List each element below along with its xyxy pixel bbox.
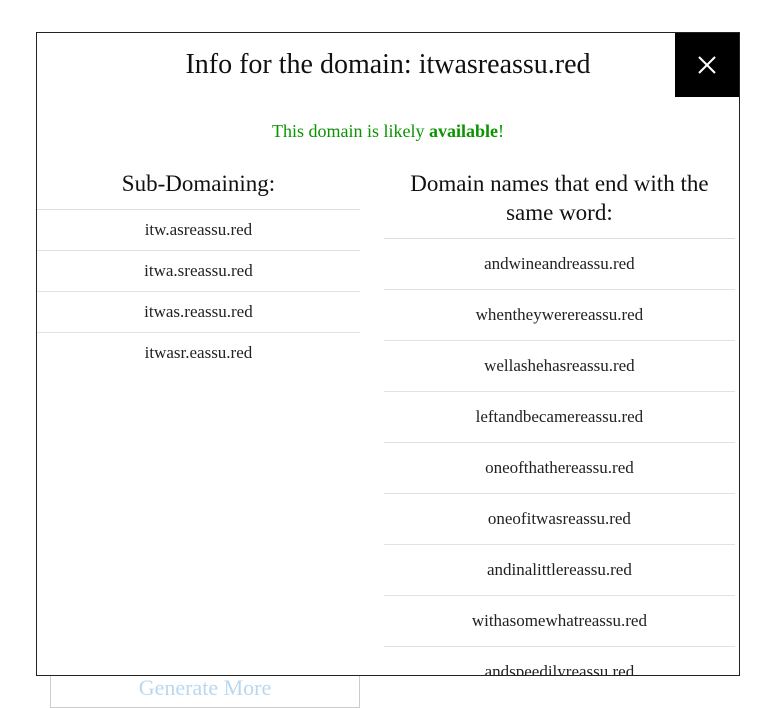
availability-prefix: This domain is likely: [272, 121, 429, 141]
subdomain-list: itw.asreassu.reditwa.sreassu.reditwas.re…: [37, 210, 360, 373]
list-item[interactable]: itwasr.eassu.red: [37, 333, 360, 373]
columns: Sub-Domaining: itw.asreassu.reditwa.srea…: [37, 170, 739, 675]
availability-word: available: [429, 121, 498, 141]
close-button[interactable]: [675, 33, 739, 97]
availability-status: This domain is likely available!: [37, 97, 739, 170]
list-item[interactable]: leftandbecamereassu.red: [384, 392, 735, 443]
generate-more-label: Generate More: [139, 675, 272, 701]
list-item[interactable]: andinalittlereassu.red: [384, 545, 735, 596]
list-item[interactable]: andspeedilyreassu.red: [384, 647, 735, 676]
availability-suffix: !: [498, 121, 504, 141]
modal-title: Info for the domain: itwasreassu.red: [185, 49, 590, 81]
list-item[interactable]: andwineandreassu.red: [384, 239, 735, 290]
list-item[interactable]: oneofitwasreassu.red: [384, 494, 735, 545]
domain-info-modal: Info for the domain: itwasreassu.red Thi…: [36, 32, 740, 676]
close-icon: [695, 53, 719, 77]
list-item[interactable]: wellashehasreassu.red: [384, 341, 735, 392]
subdomain-header: Sub-Domaining:: [37, 170, 360, 210]
modal-header: Info for the domain: itwasreassu.red: [37, 33, 739, 97]
sameword-header: Domain names that end with the same word…: [384, 170, 735, 239]
list-item[interactable]: whentheywerereassu.red: [384, 290, 735, 341]
list-item[interactable]: itw.asreassu.red: [37, 210, 360, 251]
list-item[interactable]: oneofthathereassu.red: [384, 443, 735, 494]
list-item[interactable]: itwa.sreassu.red: [37, 251, 360, 292]
list-item[interactable]: itwas.reassu.red: [37, 292, 360, 333]
sameword-list: andwineandreassu.redwhentheywerereassu.r…: [384, 239, 735, 676]
modal-body: This domain is likely available! Sub-Dom…: [37, 97, 739, 675]
sameword-column: Domain names that end with the same word…: [384, 170, 735, 675]
subdomain-column: Sub-Domaining: itw.asreassu.reditwa.srea…: [37, 170, 360, 675]
list-item[interactable]: withasomewhatreassu.red: [384, 596, 735, 647]
